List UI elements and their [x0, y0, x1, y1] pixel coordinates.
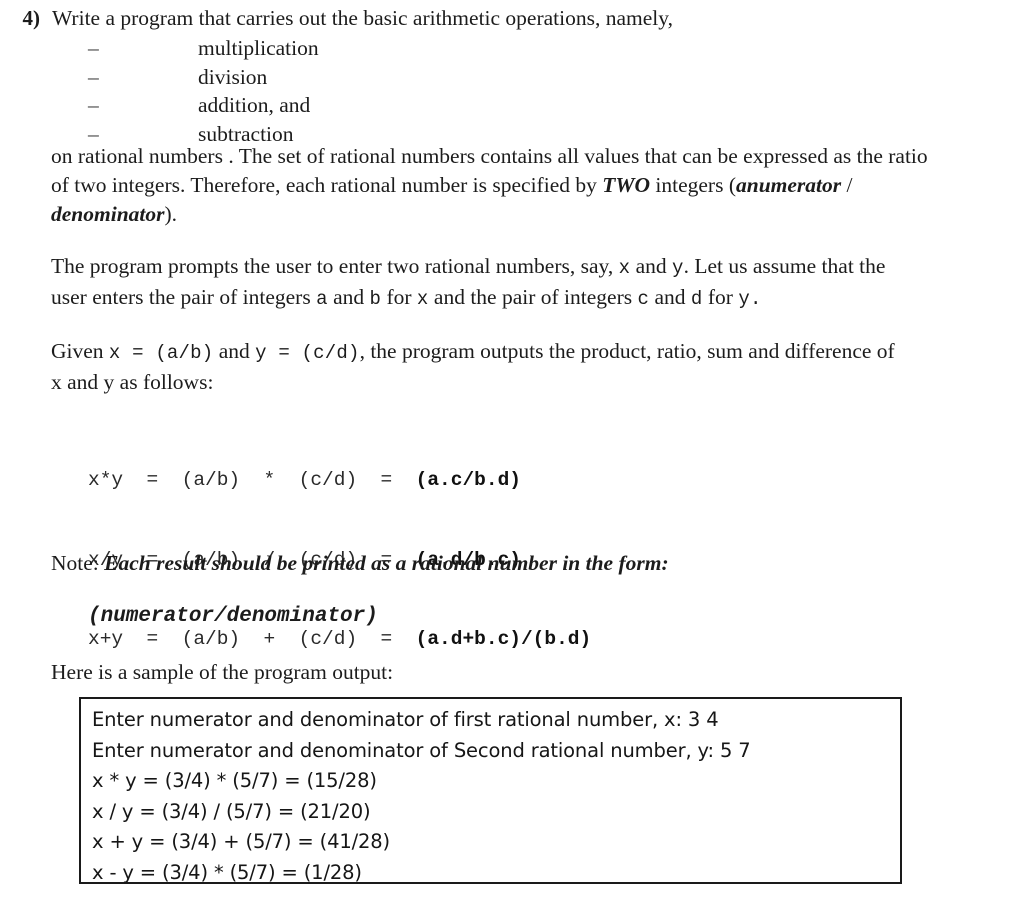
paragraph-line: Given x = (a/b) and y = (c/d), the progr… [51, 337, 1011, 368]
dash-icon: – [88, 64, 99, 89]
document-page: 4) Write a program that carries out the … [0, 0, 1024, 910]
text-run: and [630, 254, 673, 278]
formula-row: x*y = (a/b) * (c/d) = (a.c/b.d) [88, 467, 591, 494]
text-run: and [649, 285, 691, 309]
text-run: for [381, 285, 417, 309]
formula-lhs: x+y = (a/b) + (c/d) = [88, 628, 416, 650]
paragraph-program-prompts: The program prompts the user to enter tw… [51, 252, 1011, 314]
operation-label: multiplication [198, 36, 319, 60]
paragraph-line: on rational numbers . The set of rationa… [51, 144, 928, 168]
formula-result: (a.c/b.d) [415, 469, 521, 491]
note-emphasis: Each result should be printed as a ratio… [104, 551, 669, 575]
note-line: Note: Each result should be printed as a… [51, 549, 669, 578]
var-d: d [690, 288, 703, 310]
operation-label: division [198, 64, 268, 89]
text-run: Given [51, 339, 109, 363]
question-prompt: Write a program that carries out the bas… [52, 6, 674, 30]
formula-result: (a.d+b.c)/(b.d) [415, 628, 592, 650]
paragraph-line: user enters the pair of integers a and b… [51, 283, 1011, 314]
paragraph-given: Given x = (a/b) and y = (c/d), the progr… [51, 337, 1011, 397]
emphasis-numerator: anumerator [735, 173, 842, 197]
output-line: Enter numerator and denominator of first… [92, 708, 719, 731]
question-heading-row: 4) Write a program that carries out the … [0, 4, 1024, 33]
var-c: c [637, 288, 650, 310]
sample-intro: Here is a sample of the program output: [51, 660, 394, 684]
text-run: . Let us assume that the [683, 254, 886, 278]
list-item: – division [0, 63, 1024, 92]
text-run: integers ( [650, 173, 736, 197]
rational-form: (numerator/denominator) [88, 605, 378, 628]
output-line: x - y = (3/4) * (5/7) = (1/28) [92, 860, 362, 884]
text-run: of two integers. Therefore, each rationa… [51, 173, 603, 197]
var-a: a [316, 288, 328, 310]
output-line: Enter numerator and denominator of Secon… [92, 738, 751, 762]
text-run: and the pair of integers [428, 285, 638, 309]
text-run: for [702, 285, 739, 309]
note-label: Note: [51, 551, 105, 575]
var-y: y [738, 288, 750, 310]
sample-output-box: Enter numerator and denominator of first… [79, 697, 902, 884]
paragraph-line: x and y as follows: [51, 370, 214, 394]
output-line: x + y = (3/4) + (5/7) = (41/28) [92, 830, 390, 854]
paragraph-rational-definition: on rational numbers . The set of rationa… [51, 142, 1011, 229]
text-run: user enters the pair of integers [51, 285, 317, 309]
expr-x: x = (a/b) [108, 342, 214, 364]
paragraph-line: denominator). [51, 200, 1011, 229]
expr-y: y = (c/d) [255, 342, 360, 364]
text-run: , the program outputs the product, ratio… [359, 339, 895, 363]
text-run: / [841, 173, 853, 197]
operation-label: addition, and [198, 93, 311, 117]
paragraph-line: The program prompts the user to enter tw… [51, 252, 1011, 283]
text-run: The program prompts the user to enter tw… [51, 254, 619, 278]
paragraph-line: of two integers. Therefore, each rationa… [51, 171, 1011, 200]
dash-icon: – [88, 93, 99, 117]
var-x: x [618, 257, 631, 279]
list-item: – multiplication [0, 34, 1024, 63]
formula-lhs: x*y = (a/b) * (c/d) = [88, 469, 416, 491]
emphasis-two: TWO [602, 173, 651, 197]
var-x: x [416, 288, 429, 310]
text-run: and [213, 339, 256, 363]
text-run: . [749, 288, 762, 310]
output-line: x * y = (3/4) * (5/7) = (15/28) [92, 769, 377, 793]
text-run: and [327, 285, 370, 309]
operations-list: – multiplication – division – addition, … [0, 34, 1024, 148]
question-number: 4) [22, 6, 41, 30]
output-line: x / y = (3/4) / (5/7) = (21/20) [92, 799, 371, 823]
question-block: 4) Write a program that carries out the … [0, 4, 1024, 148]
list-item: – addition, and [0, 91, 1024, 120]
dash-icon: – [88, 36, 99, 60]
var-b: b [369, 288, 382, 310]
emphasis-denominator: denominator [51, 202, 165, 226]
text-run: ). [164, 202, 178, 226]
var-y: y [672, 257, 684, 279]
